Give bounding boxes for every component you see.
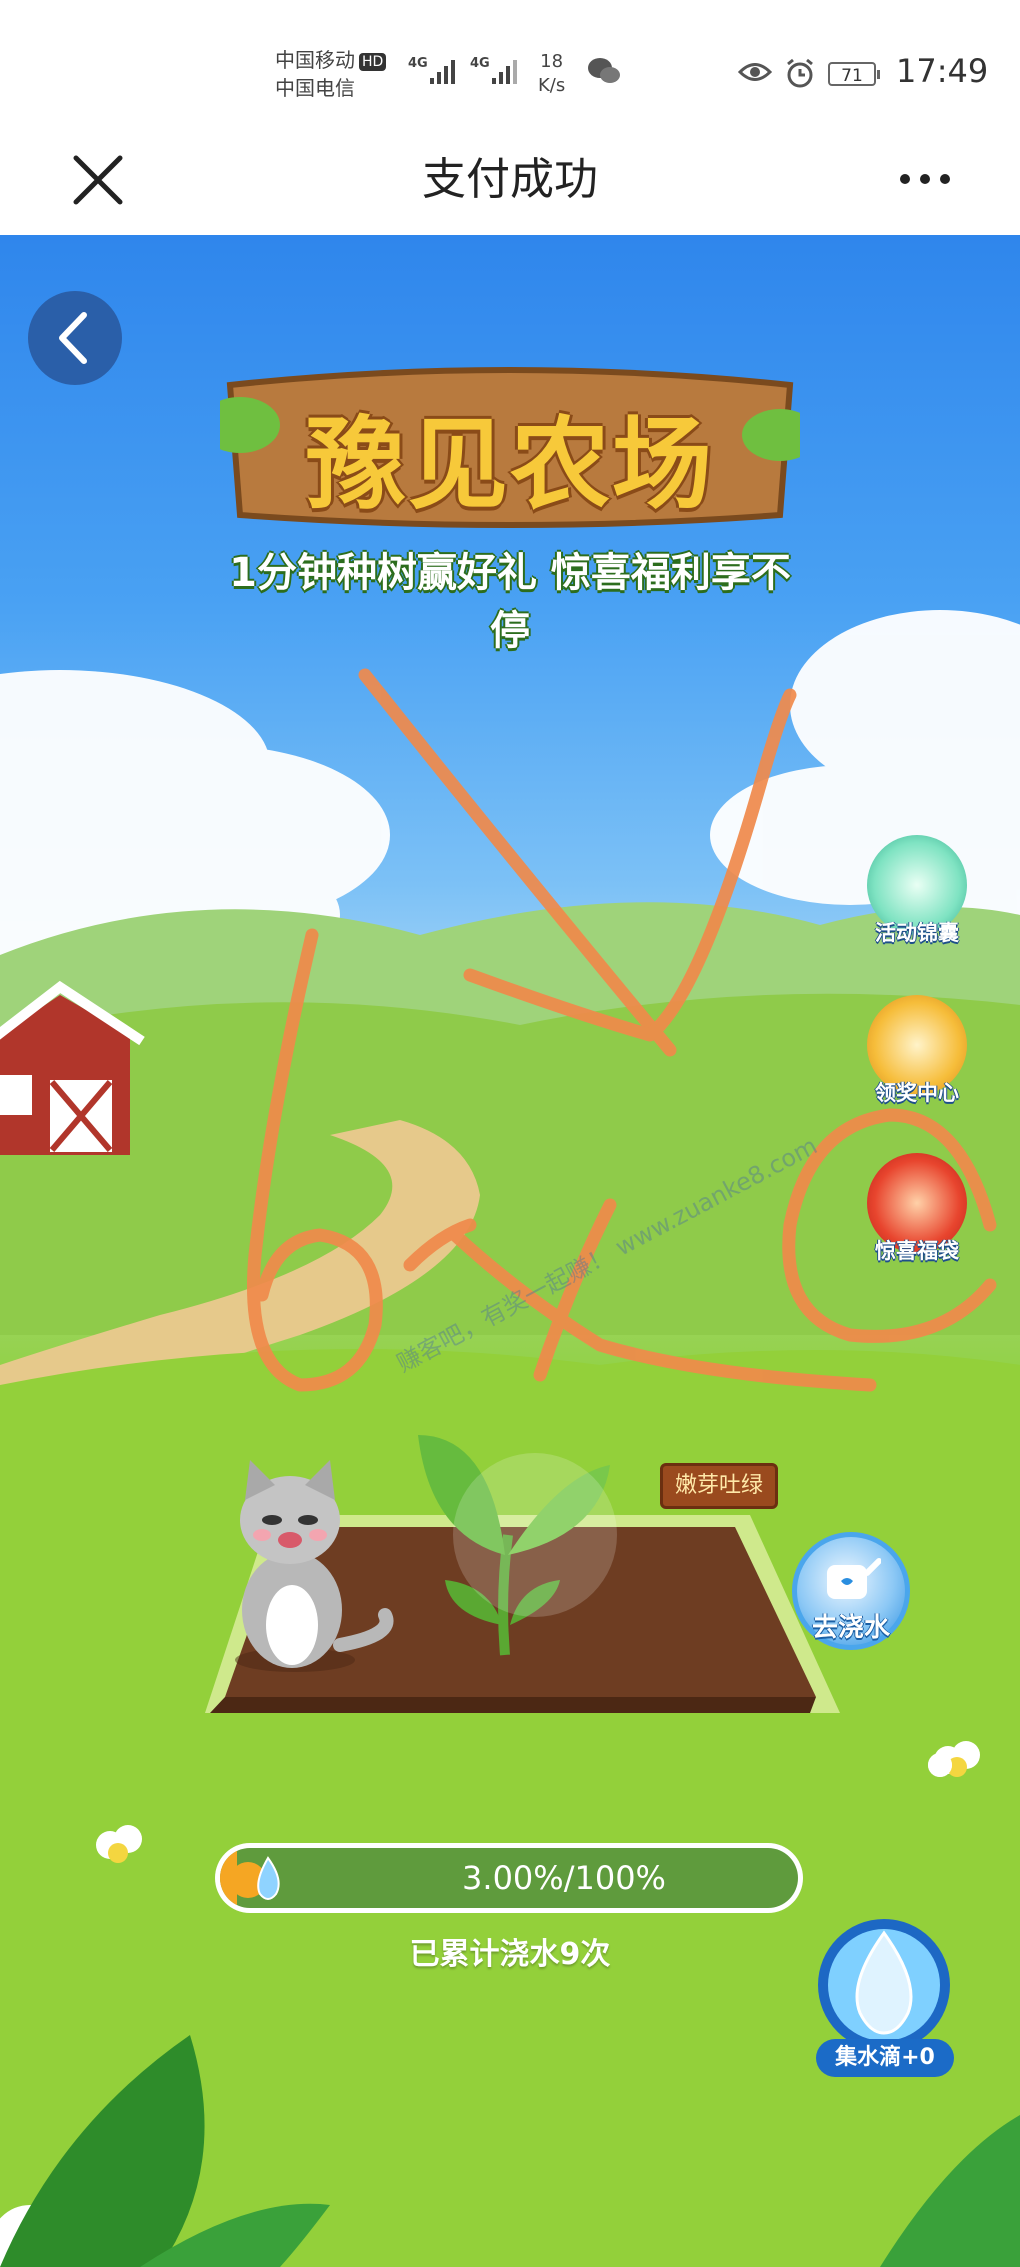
collect-water-label: 集水滴+0	[816, 2039, 954, 2077]
signal-icon	[430, 60, 455, 84]
battery-indicator: 71	[828, 62, 880, 86]
water-drop-icon-large	[818, 1919, 950, 2051]
progress-track: 3.00%/100%	[220, 1848, 798, 1908]
network-speed: 18 K/s	[538, 50, 565, 98]
page-title: 支付成功	[422, 154, 598, 205]
hd-badge: HD	[359, 52, 387, 71]
clock: 17:49	[896, 52, 989, 90]
carrier-2: 中国电信	[275, 76, 355, 100]
watering-can-icon	[827, 1558, 881, 1599]
carrier-info: 中国移动 HD 中国电信	[275, 46, 387, 102]
growth-progress-bar: 3.00%/100%	[215, 1843, 803, 1913]
game-logo: 豫见农场 1分钟种树赢好礼 惊喜福利享不停	[220, 365, 800, 654]
eye-icon	[738, 63, 772, 81]
wechat-icon	[588, 58, 620, 83]
signal-icon-2	[492, 60, 517, 84]
speed-value: 18	[540, 51, 564, 72]
surprise-bag-button[interactable]: 惊喜福袋	[858, 1153, 976, 1265]
reward-center-button[interactable]: 领奖中心	[858, 995, 976, 1107]
growth-stage-sign: 嫩芽吐绿	[660, 1463, 778, 1509]
alarm-icon	[787, 58, 813, 88]
surprise-bag-label: 惊喜福袋	[875, 1239, 959, 1263]
network-label-2: 4G	[470, 56, 490, 71]
nav-bar: 支付成功	[0, 140, 1020, 235]
go-water-label: 去浇水	[811, 1613, 890, 1643]
farm-game: 豫见农场 1分钟种树赢好礼 惊喜福利享不停 活动锦囊 领奖中心 惊喜福袋 嫩芽吐…	[0, 235, 1020, 2267]
collect-water-button[interactable]: 集水滴+0	[812, 1915, 957, 2085]
logo-subtitle: 1分钟种树赢好礼 惊喜福利享不停	[229, 550, 791, 654]
carrier-1: 中国移动	[275, 48, 355, 72]
network-label-1: 4G	[408, 56, 428, 71]
speed-unit: K/s	[538, 75, 566, 96]
go-water-button[interactable]: 去浇水	[792, 1532, 910, 1650]
reward-center-label: 领奖中心	[875, 1081, 959, 1105]
activity-tips-button[interactable]: 活动锦囊	[858, 835, 976, 947]
logo-title: 豫见农场	[306, 406, 714, 523]
activity-tips-label: 活动锦囊	[875, 921, 959, 945]
progress-text: 3.00%/100%	[462, 1859, 666, 1897]
status-bar: 中国移动 HD 中国电信 4G 4G 18 K/s 71 17:49	[0, 0, 1020, 140]
back-button[interactable]	[28, 291, 122, 385]
more-icon[interactable]	[895, 164, 955, 194]
